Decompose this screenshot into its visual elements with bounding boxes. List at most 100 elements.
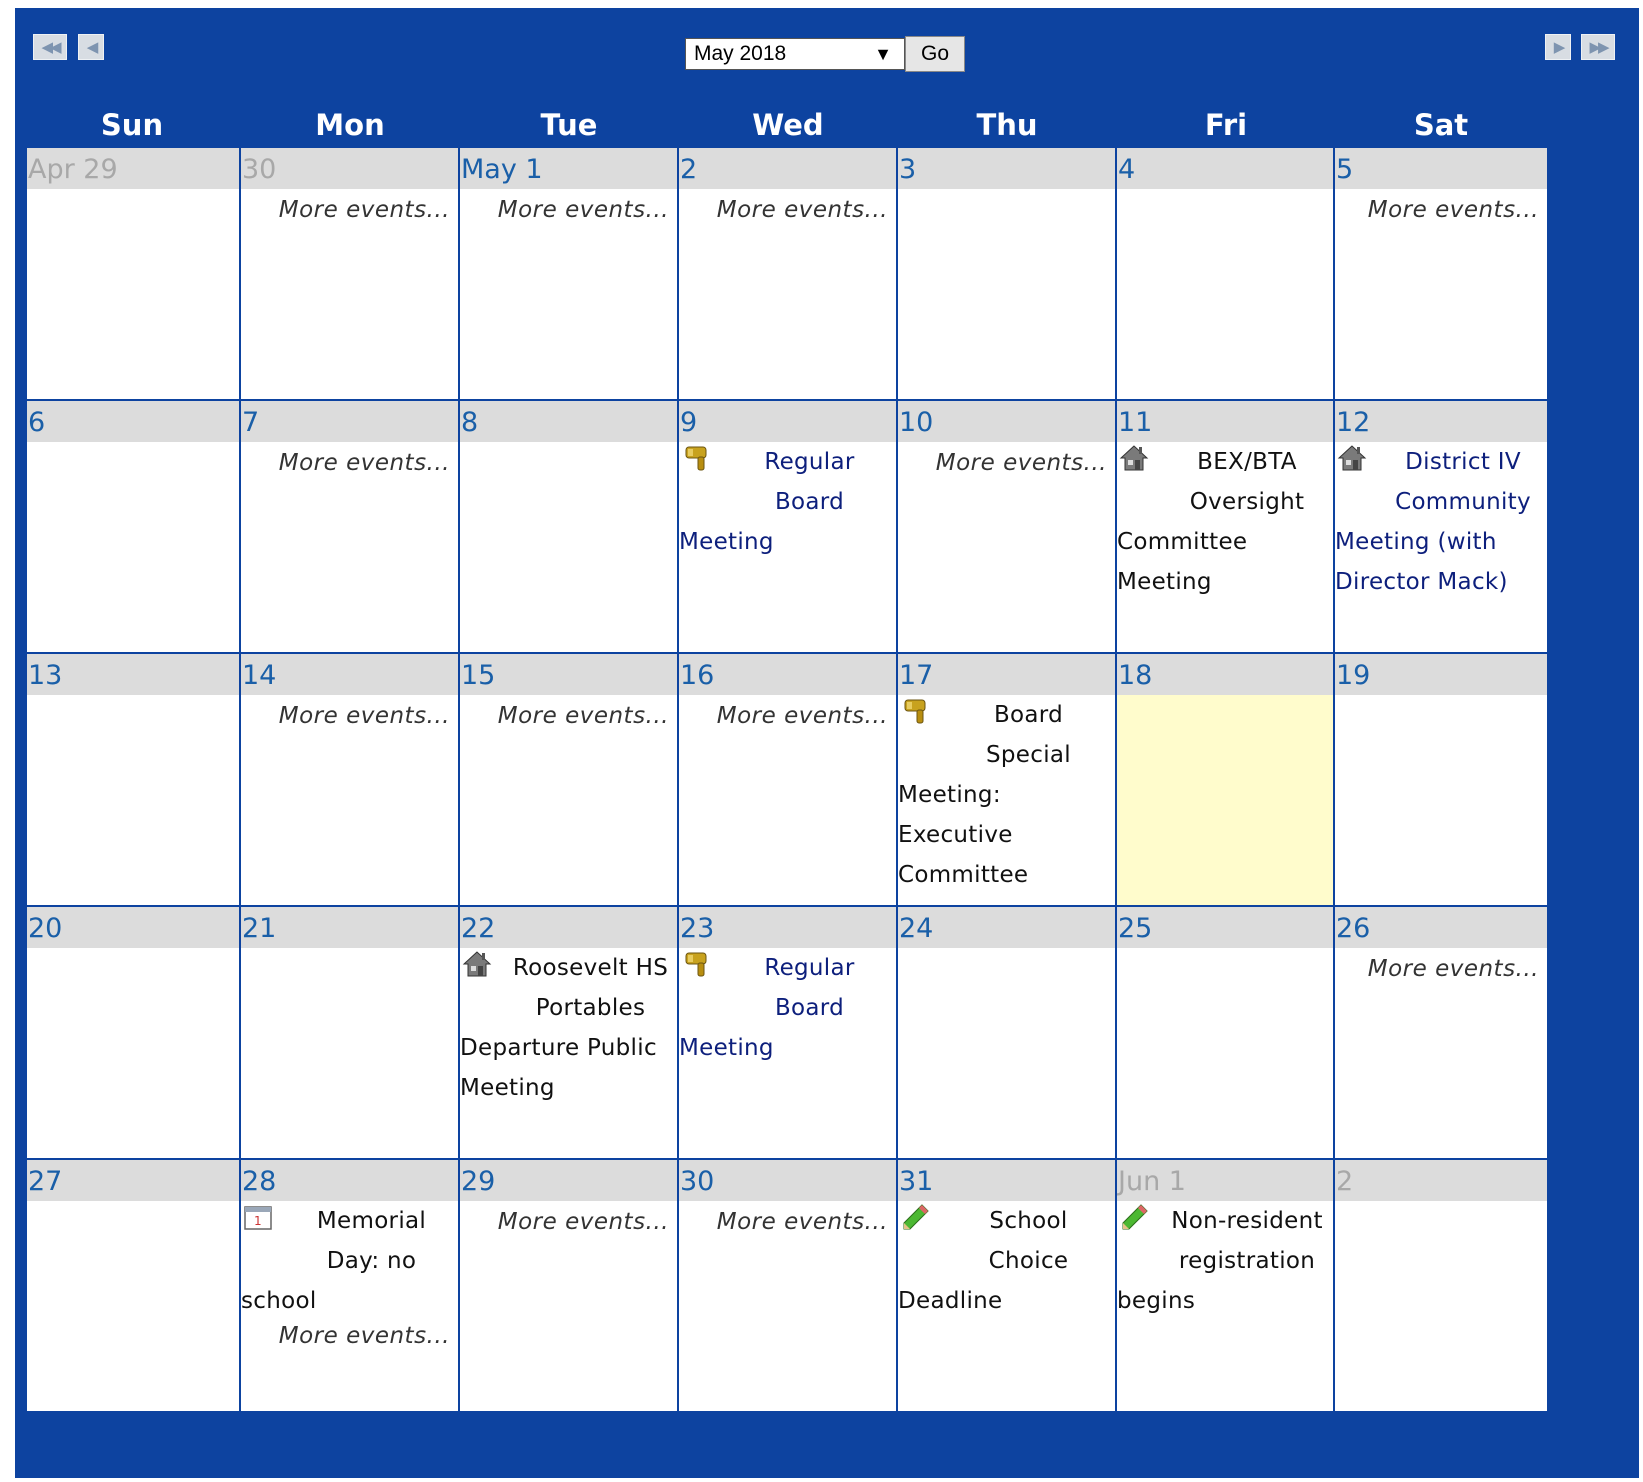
day-cell: 23 Regular Board Meeting — [679, 907, 896, 1158]
day-number-link[interactable]: 23 — [679, 907, 896, 948]
day-number-link[interactable]: 27 — [27, 1160, 239, 1201]
day-body — [898, 948, 1115, 1158]
day-body: Regular Board Meeting — [679, 442, 896, 652]
calendar-event[interactable]: District IV Community Meeting (with Directo… — [1335, 442, 1547, 602]
more-events-link[interactable]: More events... — [679, 189, 896, 223]
day-number-link[interactable]: 20 — [27, 907, 239, 948]
day-number-link[interactable]: 25 — [1117, 907, 1333, 948]
day-number-link[interactable]: 24 — [898, 907, 1115, 948]
day-number-link[interactable]: 4 — [1117, 148, 1333, 189]
day-body: Regular Board Meeting — [679, 948, 896, 1158]
more-events-link[interactable]: More events... — [1335, 948, 1547, 982]
calendar-event[interactable]: Roosevelt HS Portables Departure Public Mee… — [460, 948, 677, 1108]
day-number-link[interactable]: 31 — [898, 1160, 1115, 1201]
calendar-event[interactable]: Regular Board Meeting — [679, 948, 896, 1068]
event-title-line: BEX/BTA — [1197, 449, 1297, 475]
day-number-link[interactable]: 2 — [679, 148, 896, 189]
day-number-link[interactable]: 19 — [1335, 654, 1547, 695]
day-body — [1335, 695, 1547, 905]
event-title-line: Special — [986, 742, 1071, 768]
month-select[interactable]: May 2018 ▼ — [685, 38, 905, 70]
day-number-link[interactable]: 9 — [679, 401, 896, 442]
day-number-link[interactable]: 22 — [460, 907, 677, 948]
event-title-line: Memorial — [316, 1208, 427, 1234]
day-body: Memorial Day: no school More events... — [241, 1201, 458, 1411]
day-number-link[interactable]: 10 — [898, 401, 1115, 442]
day-body — [1117, 948, 1333, 1158]
calendar-event[interactable]: Memorial Day: no school — [241, 1201, 458, 1321]
next-month-button[interactable]: ▶ — [1545, 34, 1571, 60]
day-number-link[interactable]: 26 — [1335, 907, 1547, 948]
day-number-link[interactable]: Apr 29 — [27, 148, 239, 189]
more-events-link[interactable]: More events... — [241, 189, 458, 223]
day-body: More events... — [460, 695, 677, 905]
day-cell: Apr 29 — [27, 148, 239, 399]
day-number-link[interactable]: 3 — [898, 148, 1115, 189]
day-number-link[interactable]: 18 — [1117, 654, 1333, 695]
day-number-link[interactable]: 11 — [1117, 401, 1333, 442]
day-number-link[interactable]: 28 — [241, 1160, 458, 1201]
house-icon — [1119, 444, 1149, 472]
day-cell: 9 Regular Board Meeting — [679, 401, 896, 652]
last-month-button[interactable]: ▶▶ — [1581, 34, 1615, 60]
day-body: Board Special Meeting: Executive Committee — [898, 695, 1115, 905]
day-number-link[interactable]: 7 — [241, 401, 458, 442]
day-number-link[interactable]: 17 — [898, 654, 1115, 695]
day-cell: 13 — [27, 654, 239, 905]
more-events-link[interactable]: More events... — [898, 442, 1115, 476]
more-events-link[interactable]: More events... — [679, 1201, 896, 1235]
day-number-link[interactable]: 8 — [460, 401, 677, 442]
day-cell: 4 — [1117, 148, 1333, 399]
day-body: More events... — [241, 695, 458, 905]
event-title-line: Deadline — [898, 1288, 1003, 1314]
day-number-link[interactable]: 2 — [1335, 1160, 1547, 1201]
day-number-link[interactable]: 29 — [460, 1160, 677, 1201]
more-events-link[interactable]: More events... — [460, 189, 677, 223]
day-cell: 31 School Choice Deadline — [898, 1160, 1115, 1411]
event-title-line: Meeting — [460, 1075, 555, 1101]
calendar-event[interactable]: School Choice Deadline — [898, 1201, 1115, 1321]
day-body — [898, 189, 1115, 399]
day-number-link[interactable]: 12 — [1335, 401, 1547, 442]
day-number-link[interactable]: 14 — [241, 654, 458, 695]
day-cell: 22 Roosevelt HS Portables Departure Public M… — [460, 907, 677, 1158]
day-body — [460, 442, 677, 652]
dropdown-arrow-icon: ▼ — [874, 44, 892, 64]
day-number-link[interactable]: 5 — [1335, 148, 1547, 189]
more-events-link[interactable]: More events... — [460, 1201, 677, 1235]
first-month-button[interactable]: ◀◀ — [33, 34, 67, 60]
more-events-link[interactable]: More events... — [241, 695, 458, 729]
day-number-link[interactable]: 15 — [460, 654, 677, 695]
more-events-link[interactable]: More events... — [241, 442, 458, 476]
day-cell: 30 More events... — [679, 1160, 896, 1411]
day-number-link[interactable]: Jun 1 — [1117, 1160, 1333, 1201]
day-number-link[interactable]: May 1 — [460, 148, 677, 189]
more-events-link[interactable]: More events... — [679, 695, 896, 729]
day-number-link[interactable]: 16 — [679, 654, 896, 695]
day-body: More events... — [460, 189, 677, 399]
day-number-link[interactable]: 30 — [679, 1160, 896, 1201]
go-button[interactable]: Go — [905, 36, 965, 72]
calendar-event[interactable]: BEX/BTA Oversight Committee Meeting — [1117, 442, 1333, 602]
day-number-link[interactable]: 21 — [241, 907, 458, 948]
day-number-link[interactable]: 6 — [27, 401, 239, 442]
day-body: More events... — [241, 442, 458, 652]
day-cell: 29 More events... — [460, 1160, 677, 1411]
day-body: More events... — [460, 1201, 677, 1411]
day-cell: 2 More events... — [679, 148, 896, 399]
calendar: ◀◀ ◀ May 2018 ▼ Go ▶ ▶▶ Sun Mon Tue Wed Thu F… — [15, 8, 1639, 1478]
day-number-link[interactable]: 30 — [241, 148, 458, 189]
event-title-line: Meeting (with — [1335, 529, 1497, 555]
more-events-link[interactable]: More events... — [460, 695, 677, 729]
day-cell: 5 More events... — [1335, 148, 1547, 399]
calendar-event[interactable]: Board Special Meeting: Executive Committee — [898, 695, 1115, 895]
day-body — [1117, 189, 1333, 399]
calendar-event[interactable]: Regular Board Meeting — [679, 442, 896, 562]
event-title-line: Community — [1395, 489, 1531, 515]
calendar-event[interactable]: Non-resident registration begins — [1117, 1201, 1333, 1321]
day-number-link[interactable]: 13 — [27, 654, 239, 695]
more-events-link[interactable]: More events... — [241, 1321, 458, 1349]
more-events-link[interactable]: More events... — [1335, 189, 1547, 223]
prev-month-button[interactable]: ◀ — [78, 34, 104, 60]
day-body: More events... — [1335, 948, 1547, 1158]
